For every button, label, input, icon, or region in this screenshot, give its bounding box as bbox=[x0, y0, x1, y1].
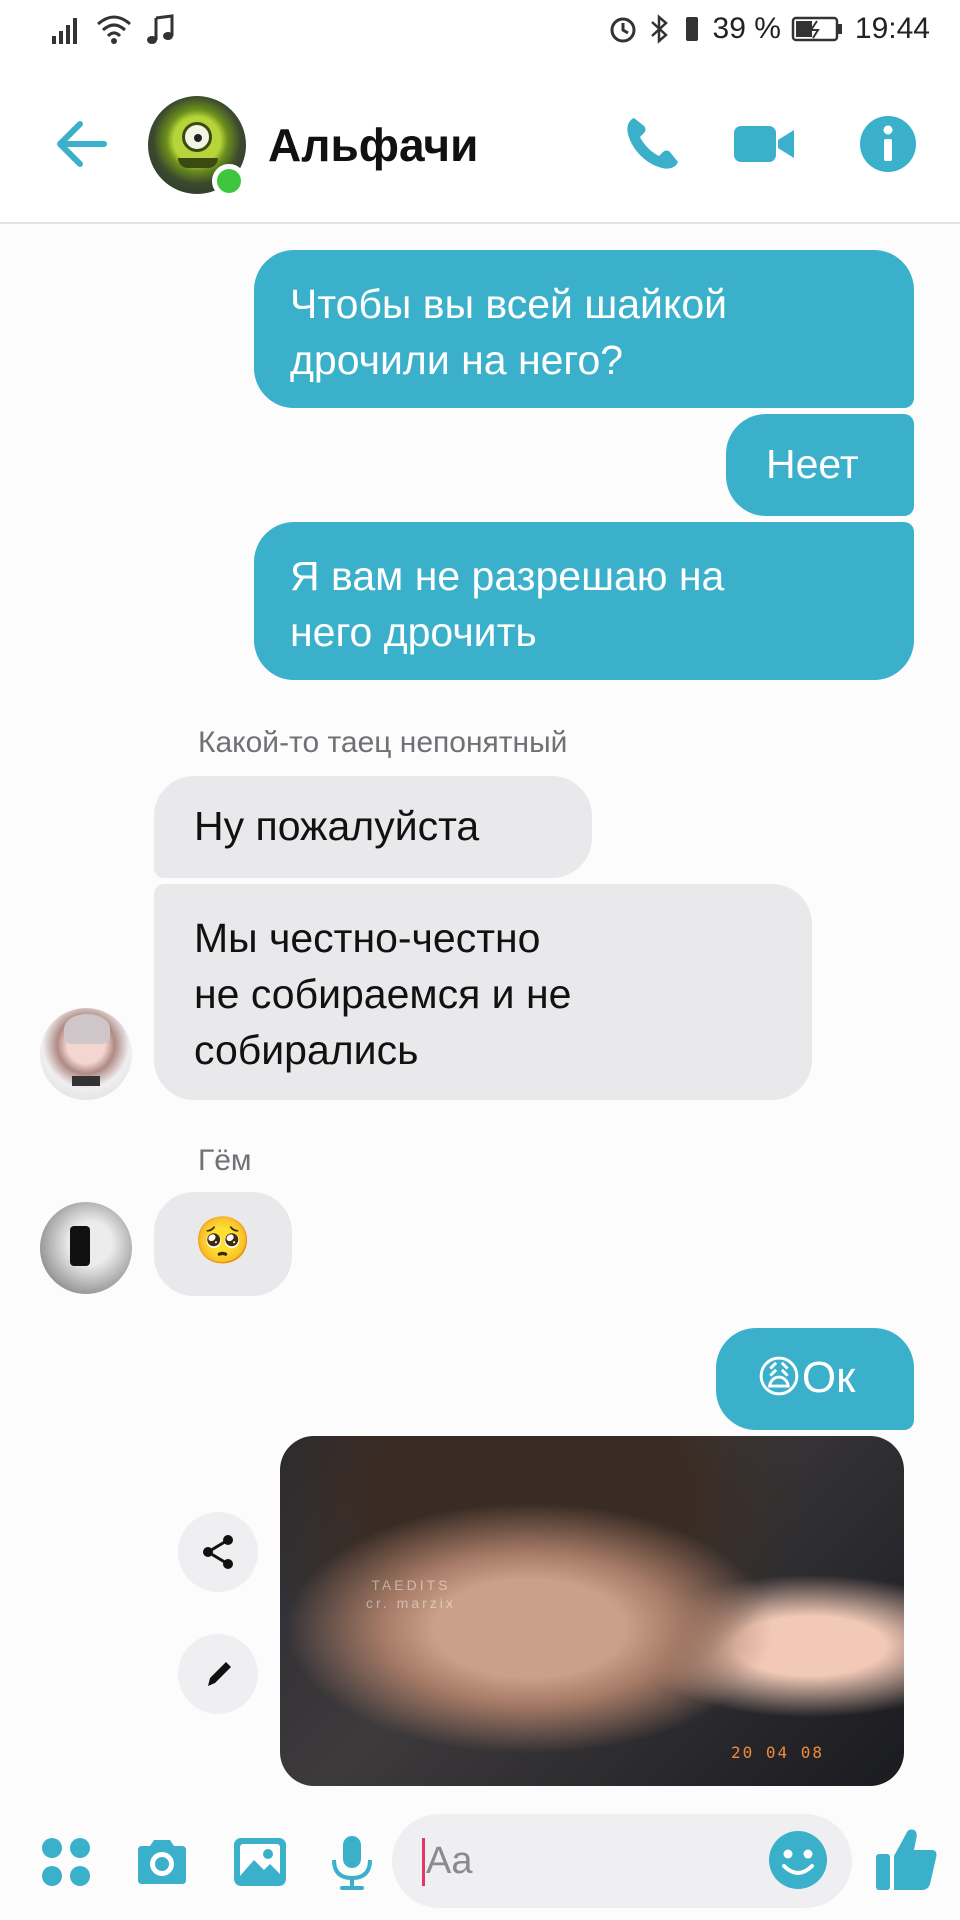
avatar-phone bbox=[70, 1226, 90, 1266]
arrow-left-icon[interactable] bbox=[50, 112, 114, 176]
camera-icon[interactable] bbox=[132, 1832, 192, 1892]
status-bar: 39 % 19:44 bbox=[0, 0, 960, 66]
watermark-line: cr. marzix bbox=[366, 1595, 456, 1611]
battery-charging-icon bbox=[791, 16, 842, 42]
bluetooth-icon bbox=[650, 14, 668, 44]
thumbs-up-icon[interactable] bbox=[874, 1824, 940, 1894]
message-line: Чтобы вы всей шайкой bbox=[290, 281, 728, 327]
vibrate-icon bbox=[685, 17, 698, 41]
message-line: Я вам не разрешаю на bbox=[290, 553, 725, 599]
music-note-icon bbox=[147, 14, 174, 44]
message-line: Ок bbox=[801, 1353, 856, 1402]
avatar-hair bbox=[64, 1014, 110, 1044]
sender-avatar[interactable] bbox=[40, 1202, 132, 1294]
clock: 19:44 bbox=[854, 12, 930, 45]
battery-percent: 39 % bbox=[712, 12, 781, 45]
photo-attachment[interactable]: TAEDITS cr. marzix 20 04 08 bbox=[280, 1436, 904, 1786]
share-icon bbox=[203, 1535, 233, 1569]
info-icon[interactable] bbox=[856, 112, 920, 176]
emoji-icon[interactable] bbox=[766, 1828, 830, 1892]
alarm-icon bbox=[610, 17, 636, 43]
phone-icon[interactable] bbox=[620, 112, 684, 176]
video-call-icon[interactable] bbox=[732, 112, 796, 176]
pleading-face-emoji: 🥺 bbox=[194, 1214, 252, 1266]
signal-icon bbox=[52, 18, 77, 44]
message-line: него дрочить bbox=[290, 609, 537, 655]
message-line: Неет bbox=[766, 441, 859, 487]
incoming-message[interactable]: 🥺 bbox=[154, 1192, 292, 1296]
microphone-icon[interactable] bbox=[322, 1832, 382, 1892]
sender-avatar[interactable] bbox=[40, 1008, 132, 1100]
outgoing-message[interactable]: Чтобы вы всей шайкой дрочили на него? bbox=[254, 250, 914, 408]
chat-header: Альфачи bbox=[0, 66, 960, 224]
outgoing-message[interactable]: 😩Ок bbox=[716, 1328, 914, 1430]
outgoing-message[interactable]: Я вам не разрешаю на него дрочить bbox=[254, 522, 914, 680]
online-indicator bbox=[212, 164, 246, 198]
photo-watermark: TAEDITS cr. marzix bbox=[366, 1576, 456, 1612]
sender-name: Гём bbox=[198, 1144, 252, 1177]
message-input-placeholder: Aa bbox=[426, 1840, 473, 1882]
gallery-icon[interactable] bbox=[230, 1832, 290, 1892]
pencil-icon bbox=[208, 1662, 231, 1686]
avatar-shirt-print bbox=[72, 1076, 100, 1086]
avatar-eye bbox=[182, 122, 212, 152]
message-line: не собираемся и не bbox=[194, 971, 572, 1017]
wifi-icon bbox=[97, 15, 131, 44]
share-button[interactable] bbox=[178, 1512, 258, 1592]
message-input[interactable]: Aa bbox=[392, 1814, 852, 1908]
outgoing-message[interactable]: Неет bbox=[726, 414, 914, 516]
chat-title[interactable]: Альфачи bbox=[268, 118, 478, 172]
avatar-mouth bbox=[178, 158, 218, 168]
sender-name: Какой-то таец непонятный bbox=[198, 726, 568, 759]
photo-date-stamp: 20 04 08 bbox=[730, 1743, 824, 1762]
message-line: Мы честно-честно bbox=[194, 915, 541, 961]
weary-face-emoji: 😩 bbox=[756, 1353, 802, 1402]
message-line: Ну пожалуйста bbox=[194, 803, 480, 849]
watermark-line: TAEDITS bbox=[371, 1577, 451, 1593]
edit-button[interactable] bbox=[178, 1634, 258, 1714]
text-caret bbox=[422, 1838, 425, 1886]
message-composer: Aa bbox=[0, 1800, 960, 1920]
incoming-message[interactable]: Ну пожалуйста bbox=[154, 776, 592, 878]
message-line: дрочили на него? bbox=[290, 337, 624, 383]
incoming-message[interactable]: Мы честно-честно не собираемся и не соби… bbox=[154, 884, 812, 1100]
message-line: собирались bbox=[194, 1027, 419, 1073]
apps-icon[interactable] bbox=[36, 1832, 96, 1892]
